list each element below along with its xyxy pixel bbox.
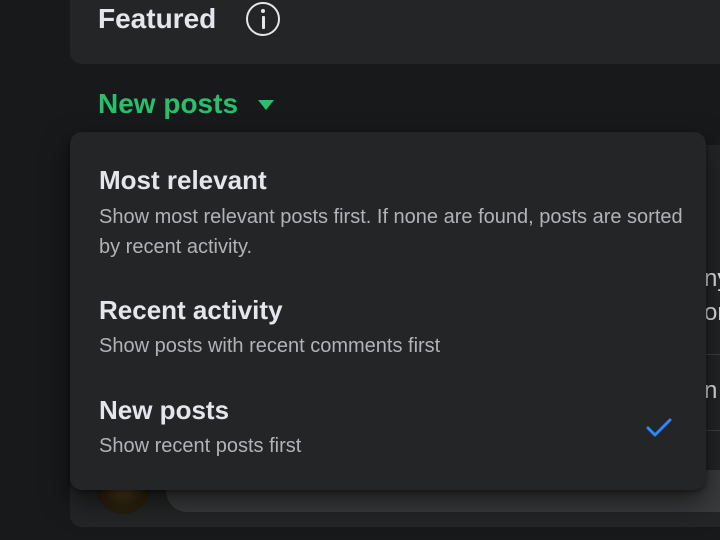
sort-toggle-button[interactable]: New posts <box>98 84 275 124</box>
sort-menu: Most relevant Show most relevant posts f… <box>70 132 706 490</box>
checkmark-icon <box>646 418 672 437</box>
option-description: Show posts with recent comments first <box>99 335 441 357</box>
feed-divider <box>706 354 720 355</box>
option-description: Show most relevant posts first. If none … <box>99 206 683 258</box>
feed-divider <box>706 430 720 431</box>
option-title: Most relevant <box>99 165 267 195</box>
option-title: New posts <box>99 395 230 425</box>
page: Featured New posts ny or n Most relevant… <box>0 0 720 540</box>
sort-option-new-posts[interactable]: New posts Show recent posts first <box>70 380 706 488</box>
option-description: Show recent posts first <box>99 435 302 457</box>
featured-title: Featured <box>98 3 217 34</box>
caret-down-icon <box>258 100 275 110</box>
info-icon[interactable] <box>246 2 280 36</box>
feed-snippet-line-2: or <box>704 299 720 326</box>
sort-option-recent-activity[interactable]: Recent activity Show posts with recent c… <box>70 280 706 380</box>
sort-option-most-relevant[interactable]: Most relevant Show most relevant posts f… <box>70 132 706 280</box>
sort-toggle-label: New posts <box>98 88 239 119</box>
feed-snippet-line-1: ny <box>704 265 720 292</box>
feed-snippet-line-3: n <box>704 377 718 404</box>
option-title: Recent activity <box>99 295 283 325</box>
